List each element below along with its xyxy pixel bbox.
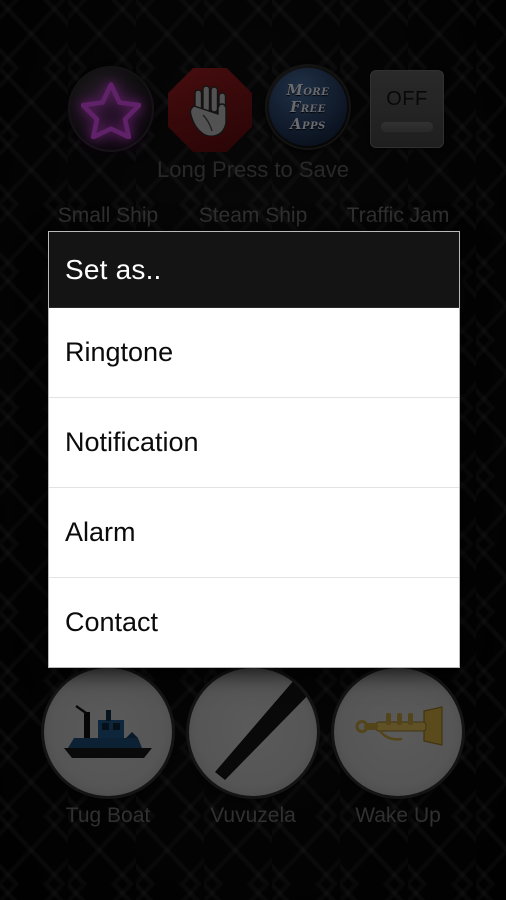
sound-label: Tug Boat	[65, 804, 151, 827]
sound-circle	[334, 668, 462, 796]
sound-cell-wake-up[interactable]: Wake Up	[314, 668, 482, 828]
hand-icon	[189, 85, 227, 136]
app-root: More Free Apps OFF Long Press to Save Sm…	[0, 0, 506, 900]
sound-cell-vuvuzela[interactable]: Vuvuzela	[169, 668, 337, 828]
sound-label: Wake Up	[355, 804, 441, 827]
dialog-option-notification[interactable]: Notification	[49, 398, 459, 488]
more-apps-line-3: Apps	[290, 115, 326, 133]
set-as-dialog: Set as.. Ringtone Notification Alarm Con…	[48, 231, 460, 668]
more-free-apps-face: More Free Apps	[265, 64, 351, 150]
dialog-option-alarm[interactable]: Alarm	[49, 488, 459, 578]
dialog-option-contact[interactable]: Contact	[49, 578, 459, 667]
sound-cell-traffic-jam[interactable]: Traffic Jam	[314, 196, 482, 228]
dialog-option-list: Ringtone Notification Alarm Contact	[49, 308, 459, 667]
stop-button[interactable]	[166, 66, 254, 154]
long-press-hint: Long Press to Save	[156, 157, 349, 182]
tug-boat-icon	[64, 705, 152, 758]
sound-cell-tug-boat[interactable]: Tug Boat	[24, 668, 192, 828]
sound-circle	[189, 668, 317, 796]
sound-cell-small-ship[interactable]: Small Ship	[24, 196, 192, 228]
sound-cell-steam-ship[interactable]: Steam Ship	[169, 196, 337, 228]
dialog-option-ringtone[interactable]: Ringtone	[49, 308, 459, 398]
trumpet-icon	[355, 706, 443, 746]
dialog-title: Set as..	[65, 253, 162, 285]
top-toolbar: More Free Apps OFF	[0, 64, 506, 158]
sound-label: Steam Ship	[198, 204, 308, 227]
more-free-apps-button[interactable]: More Free Apps	[265, 64, 351, 150]
sound-toggle-face: OFF	[370, 70, 444, 148]
sound-label: Small Ship	[57, 204, 159, 227]
sound-label: Traffic Jam	[346, 204, 450, 227]
sound-toggle-button[interactable]: OFF	[370, 70, 444, 148]
more-apps-line-1: More	[286, 81, 330, 99]
more-free-apps-inner: More Free Apps	[269, 68, 347, 146]
stop-octagon	[168, 68, 252, 152]
dialog-header: Set as..	[49, 232, 459, 308]
sound-toggle-label: OFF	[386, 87, 428, 110]
star-icon	[81, 82, 141, 139]
sound-circle	[44, 668, 172, 796]
sound-toggle-bar	[381, 121, 433, 131]
more-apps-line-2: Free	[290, 98, 326, 116]
sound-label: Vuvuzela	[210, 804, 296, 827]
vuvuzela-icon	[215, 670, 317, 780]
favorites-button-face	[68, 66, 154, 152]
favorites-button[interactable]	[68, 66, 154, 152]
